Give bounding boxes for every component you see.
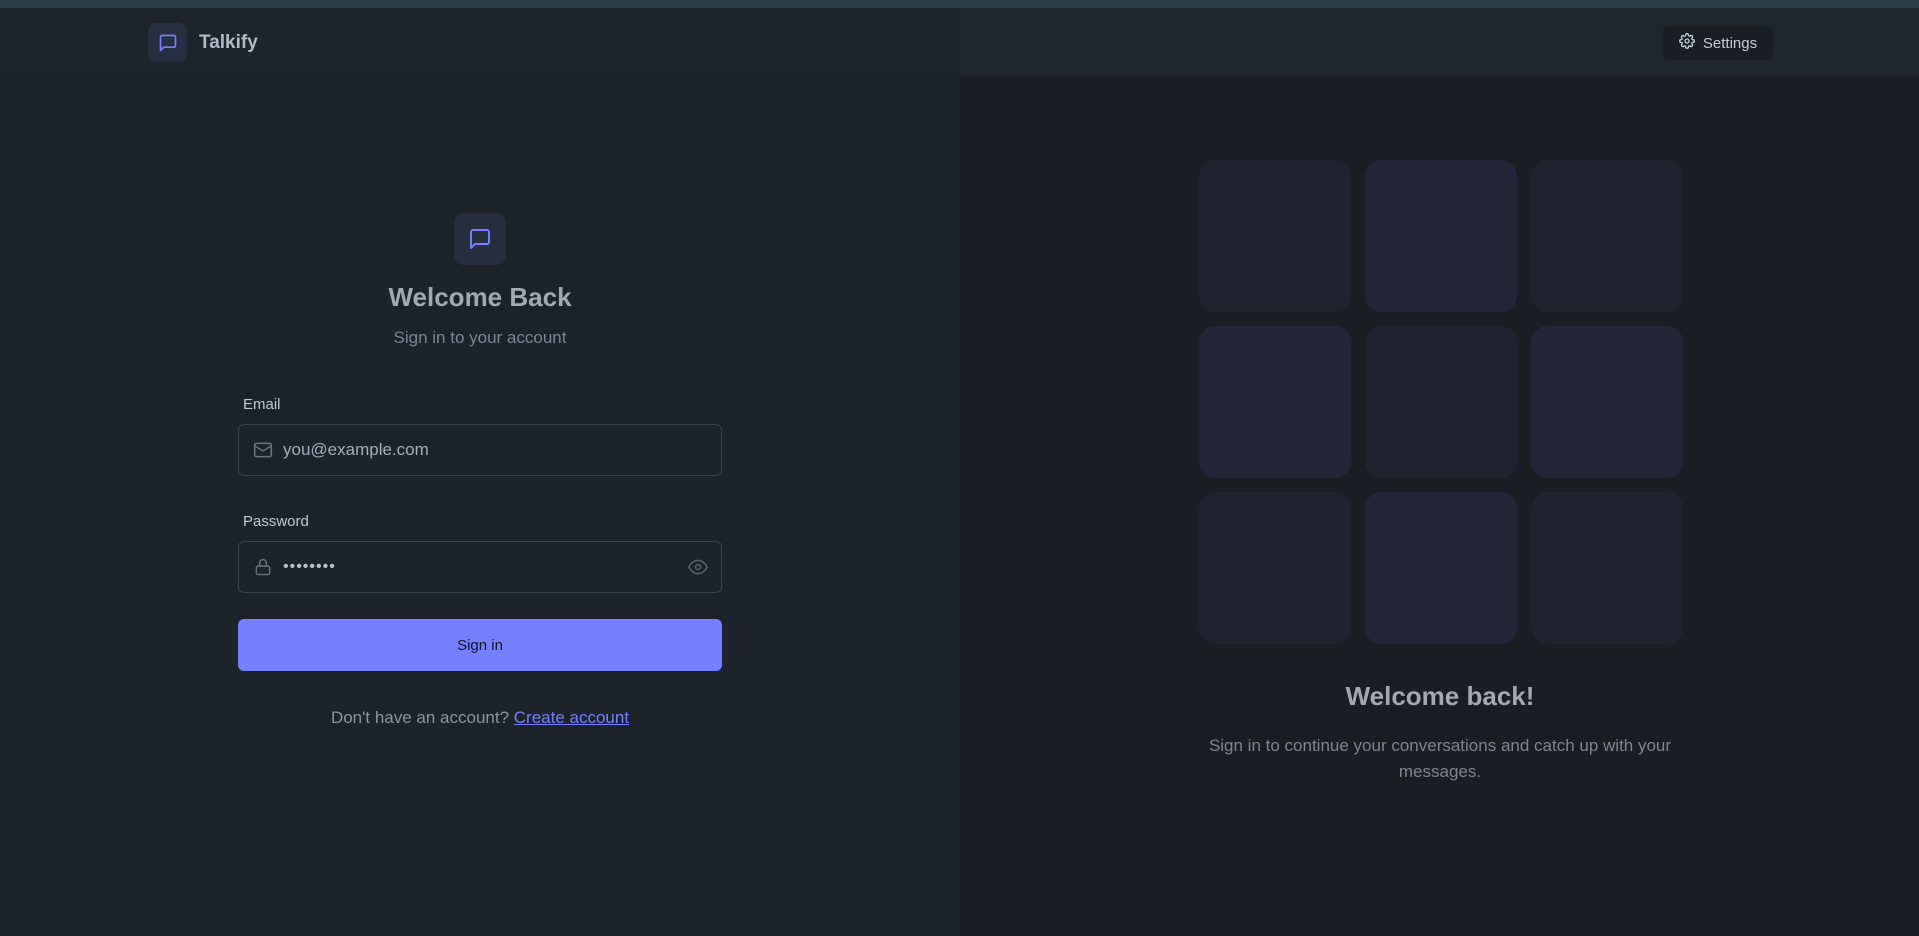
grid-tile xyxy=(1199,492,1351,644)
hero-title: Welcome back! xyxy=(1345,681,1535,711)
message-square-icon xyxy=(148,23,187,62)
password-field[interactable]: •••••••• xyxy=(238,541,722,593)
settings-button[interactable]: Settings xyxy=(1663,26,1773,60)
email-field[interactable]: you@example.com xyxy=(238,424,722,476)
lock-icon xyxy=(253,557,273,577)
grid-tile xyxy=(1365,492,1517,644)
gear-icon xyxy=(1678,33,1695,53)
login-pane xyxy=(0,78,960,936)
eye-icon[interactable] xyxy=(687,556,709,578)
window-top-strip xyxy=(0,0,1919,8)
grid-tile xyxy=(1531,160,1683,312)
email-label: Email xyxy=(243,396,281,413)
login-title: Welcome Back xyxy=(388,282,572,312)
brand-name: Talkify xyxy=(199,31,258,53)
grid-tile xyxy=(1531,492,1683,644)
top-navbar: Talkify Settings xyxy=(0,8,1919,77)
password-label: Password xyxy=(243,513,309,530)
sign-in-button[interactable]: Sign in xyxy=(238,619,722,671)
signup-prompt-text: Don't have an account? xyxy=(330,708,510,727)
message-square-icon xyxy=(454,213,506,265)
login-subtitle: Sign in to your account xyxy=(393,328,567,347)
hero-text: Sign in to continue your conversations a… xyxy=(1208,736,1672,781)
brand[interactable]: Talkify xyxy=(148,23,258,62)
grid-tile xyxy=(1365,160,1517,312)
grid-tile xyxy=(1365,326,1517,478)
grid-tile xyxy=(1531,326,1683,478)
create-account-link[interactable]: Create account xyxy=(514,708,629,727)
settings-label: Settings xyxy=(1702,34,1758,52)
email-placeholder: you@example.com xyxy=(283,440,429,459)
decorative-tile-grid xyxy=(1199,160,1683,645)
grid-tile xyxy=(1199,326,1351,478)
signup-prompt: Don't have an account? Create account xyxy=(238,708,722,728)
grid-tile xyxy=(1199,160,1351,312)
mail-icon xyxy=(253,440,273,460)
password-value: •••••••• xyxy=(283,558,336,575)
